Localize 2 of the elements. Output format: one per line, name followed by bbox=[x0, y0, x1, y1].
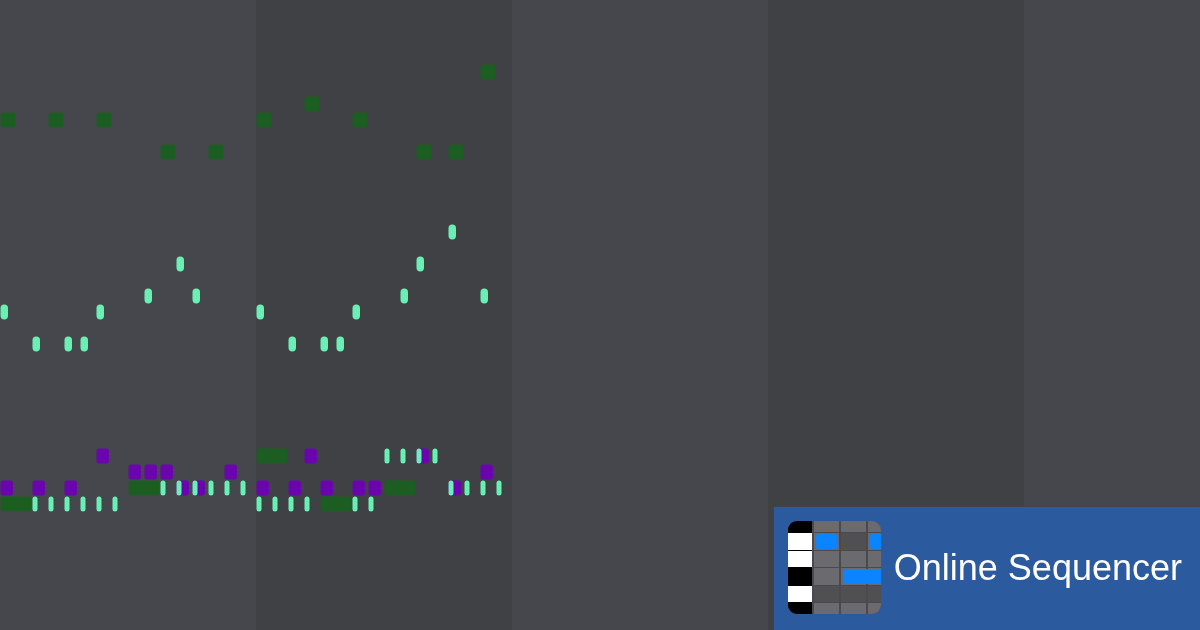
piano-roll-icon bbox=[787, 521, 881, 614]
logo-text: Online Sequencer bbox=[893, 545, 1182, 590]
